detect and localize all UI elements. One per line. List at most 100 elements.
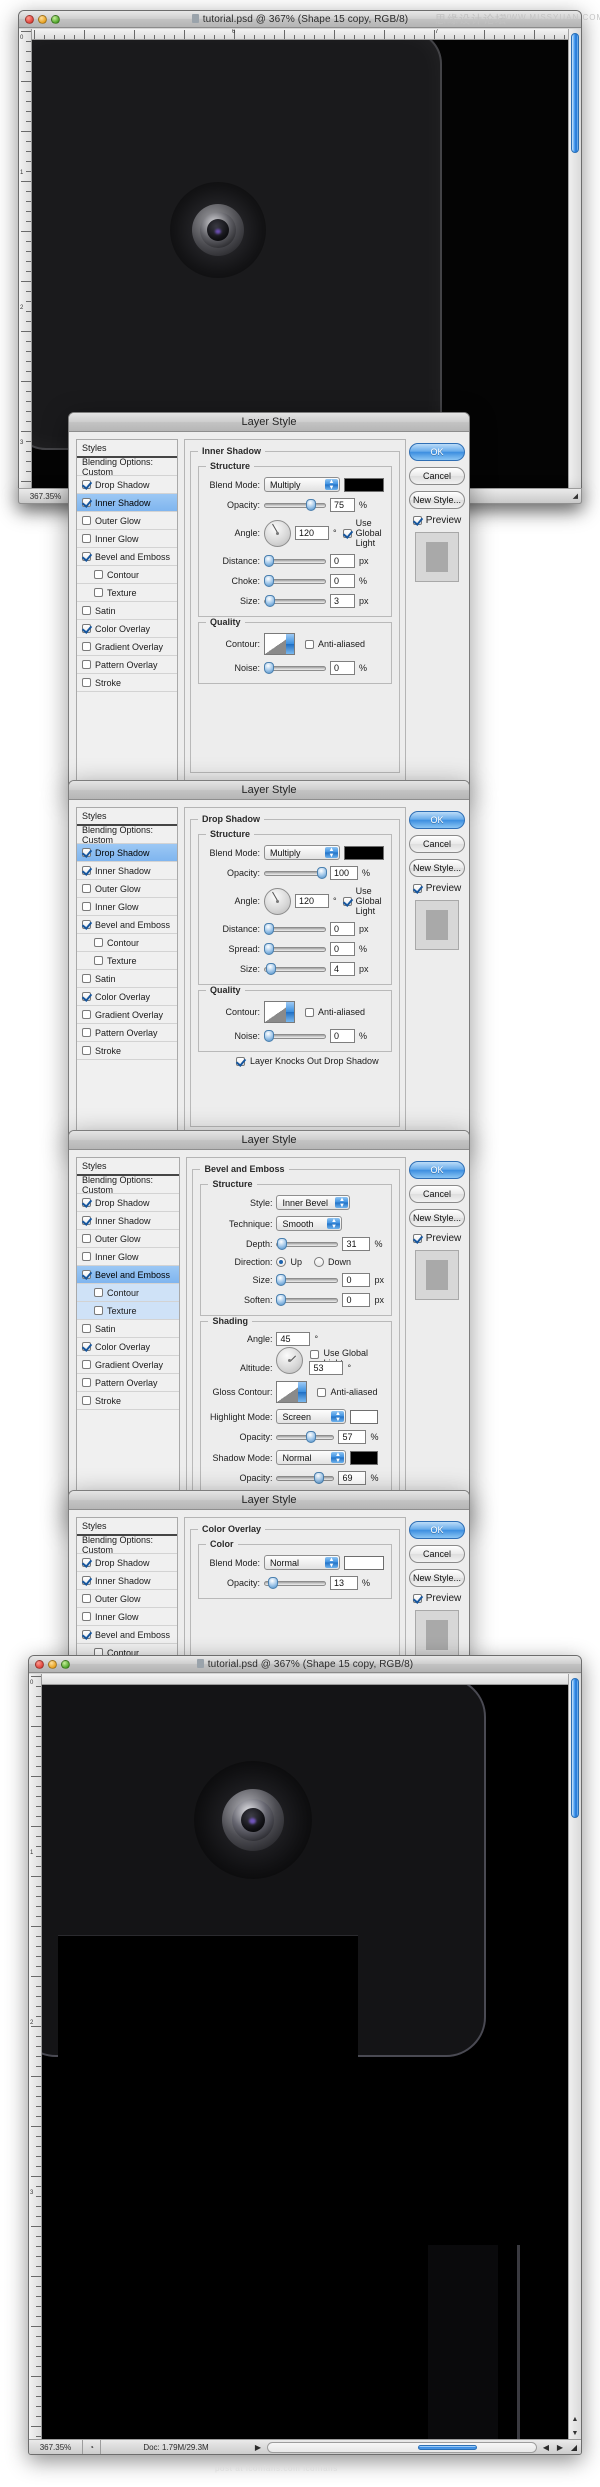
checkbox-icon[interactable] — [82, 552, 91, 561]
checkbox-icon[interactable] — [94, 956, 103, 965]
layer-knocks-out-checkbox[interactable] — [236, 1056, 245, 1066]
checkbox-icon[interactable] — [82, 1396, 91, 1405]
checkbox-icon[interactable] — [82, 1558, 91, 1567]
styles-item-pattern-overlay[interactable]: Pattern Overlay — [77, 656, 177, 674]
distance-slider[interactable] — [264, 923, 326, 935]
highlight-opacity-field[interactable]: 57 — [338, 1430, 367, 1444]
styles-item-inner-glow[interactable]: Inner Glow — [77, 530, 177, 548]
slider-knob[interactable] — [276, 1274, 287, 1286]
styles-item-inner-shadow[interactable]: Inner Shadow — [77, 494, 177, 512]
styles-list[interactable]: Styles Blending Options: Custom Drop Sha… — [76, 439, 178, 785]
styles-item-color-overlay[interactable]: Color Overlay — [77, 1338, 180, 1356]
checkbox-icon[interactable] — [82, 1270, 91, 1279]
styles-item-drop-shadow[interactable]: Drop Shadow — [77, 1554, 177, 1572]
styles-item-inner-shadow[interactable]: Inner Shadow — [77, 862, 177, 880]
slider-knob[interactable] — [266, 963, 276, 975]
size-field[interactable]: 4 — [330, 962, 355, 976]
styles-item-blending-options[interactable]: Blending Options: Custom — [77, 825, 177, 845]
preview-toggle[interactable]: Preview — [412, 883, 461, 894]
opacity-field[interactable]: 13 — [330, 1576, 358, 1590]
styles-item-outer-glow[interactable]: Outer Glow — [77, 1230, 180, 1248]
styles-item-inner-glow[interactable]: Inner Glow — [77, 898, 177, 916]
ok-button[interactable]: OK — [409, 443, 465, 461]
traffic-lights[interactable] — [29, 1659, 70, 1669]
distance-field[interactable]: 0 — [330, 554, 355, 568]
choke-slider[interactable] — [264, 575, 326, 587]
styles-item-color-overlay[interactable]: Color Overlay — [77, 988, 177, 1006]
slider-knob[interactable] — [276, 1294, 287, 1306]
checkbox-icon[interactable] — [82, 884, 91, 893]
new-style-button[interactable]: New Style... — [409, 1569, 465, 1587]
angle-dial[interactable] — [264, 519, 291, 547]
checkbox-icon[interactable] — [82, 534, 91, 543]
slider-knob[interactable] — [314, 1472, 325, 1484]
slider-knob[interactable] — [264, 555, 274, 567]
size-field[interactable]: 0 — [342, 1273, 371, 1287]
angle-field[interactable]: 45 — [276, 1332, 311, 1346]
styles-list[interactable]: Styles Blending Options: Custom Drop Sha… — [76, 1157, 181, 1515]
ok-button[interactable]: OK — [409, 1161, 465, 1179]
checkbox-icon[interactable] — [82, 624, 91, 633]
bevel-style-select[interactable]: Inner Bevel ▲ ▼ — [276, 1195, 351, 1210]
styles-item-stroke[interactable]: Stroke — [77, 1392, 180, 1410]
chevron-down-icon[interactable] — [298, 1382, 307, 1402]
window-titlebar-bottom[interactable]: tutorial.psd @ 367% (Shape 15 copy, RGB/… — [29, 1656, 581, 1673]
chevron-updown-icon[interactable]: ▲ ▼ — [325, 1557, 338, 1569]
blend-mode-select[interactable]: Multiply ▲ ▼ — [264, 477, 340, 492]
checkbox-icon[interactable] — [82, 1010, 91, 1019]
blend-color-swatch[interactable] — [344, 845, 384, 860]
opacity-field[interactable]: 75 — [330, 498, 355, 512]
styles-item-outer-glow[interactable]: Outer Glow — [77, 512, 177, 530]
checkbox-icon[interactable] — [82, 1630, 91, 1639]
spread-field[interactable]: 0 — [330, 942, 355, 956]
direction-up-radio[interactable] — [276, 1257, 287, 1267]
canvas-bottom[interactable] — [42, 1685, 568, 2439]
ok-button[interactable]: OK — [409, 811, 465, 829]
distance-slider[interactable] — [264, 555, 326, 567]
chevron-updown-icon[interactable]: ▲ ▼ — [331, 1452, 345, 1464]
zoom-icon[interactable] — [51, 14, 60, 24]
checkbox-icon[interactable] — [82, 480, 91, 489]
checkbox-icon[interactable] — [82, 992, 91, 1001]
photoshop-window-bottom[interactable]: tutorial.psd @ 367% (Shape 15 copy, RGB/… — [28, 1655, 582, 2455]
scroll-thumb-vertical-bottom[interactable] — [571, 1678, 579, 1818]
blend-mode-select[interactable]: Normal ▲ ▼ — [264, 1555, 340, 1570]
checkbox-icon[interactable] — [82, 1576, 91, 1585]
styles-item-pattern-overlay[interactable]: Pattern Overlay — [77, 1024, 177, 1042]
size-slider[interactable] — [264, 595, 326, 607]
checkbox-icon[interactable] — [82, 1216, 91, 1225]
styles-item-bevel-and-emboss[interactable]: Bevel and Emboss — [77, 1266, 180, 1284]
angle-dial[interactable] — [264, 887, 291, 915]
opacity-slider[interactable] — [264, 867, 327, 879]
styles-item-blending-options[interactable]: Blending Options: Custom — [77, 1535, 177, 1555]
styles-item-satin[interactable]: Satin — [77, 602, 177, 620]
chevron-updown-icon[interactable]: ▲ ▼ — [335, 1197, 349, 1209]
checkbox-icon[interactable] — [82, 1594, 91, 1603]
checkbox-icon[interactable] — [94, 570, 103, 579]
styles-item-satin[interactable]: Satin — [77, 1320, 180, 1338]
preview-toggle[interactable]: Preview — [412, 1233, 461, 1244]
styles-item-drop-shadow[interactable]: Drop Shadow — [77, 476, 177, 494]
checkbox-icon[interactable] — [82, 1198, 91, 1207]
slider-knob[interactable] — [264, 662, 274, 674]
checkbox-icon[interactable] — [82, 498, 91, 507]
highlight-color-swatch[interactable] — [350, 1409, 379, 1424]
chevron-updown-icon[interactable]: ▲ ▼ — [325, 847, 338, 859]
dialog-titlebar[interactable]: Layer Style — [69, 413, 469, 432]
traffic-lights[interactable] — [19, 14, 60, 24]
anti-aliased-checkbox[interactable] — [305, 1007, 314, 1017]
direction-down-radio[interactable] — [314, 1257, 324, 1267]
altitude-field[interactable]: 53 — [309, 1361, 344, 1375]
close-icon[interactable] — [25, 14, 34, 24]
checkbox-icon[interactable] — [82, 1360, 91, 1369]
preview-checkbox[interactable] — [412, 1594, 422, 1603]
chevron-updown-icon[interactable]: ▲ ▼ — [325, 479, 338, 491]
checkbox-icon[interactable] — [82, 920, 91, 929]
styles-item-gradient-overlay[interactable]: Gradient Overlay — [77, 1356, 180, 1374]
scroll-up-arrow[interactable]: ▲ — [569, 2416, 581, 2423]
checkbox-icon[interactable] — [94, 938, 103, 947]
checkbox-icon[interactable] — [82, 848, 91, 857]
ok-button[interactable]: OK — [409, 1521, 465, 1539]
blend-color-swatch[interactable] — [344, 477, 384, 492]
resize-grip-bottom[interactable]: ◢ — [567, 2443, 581, 2452]
